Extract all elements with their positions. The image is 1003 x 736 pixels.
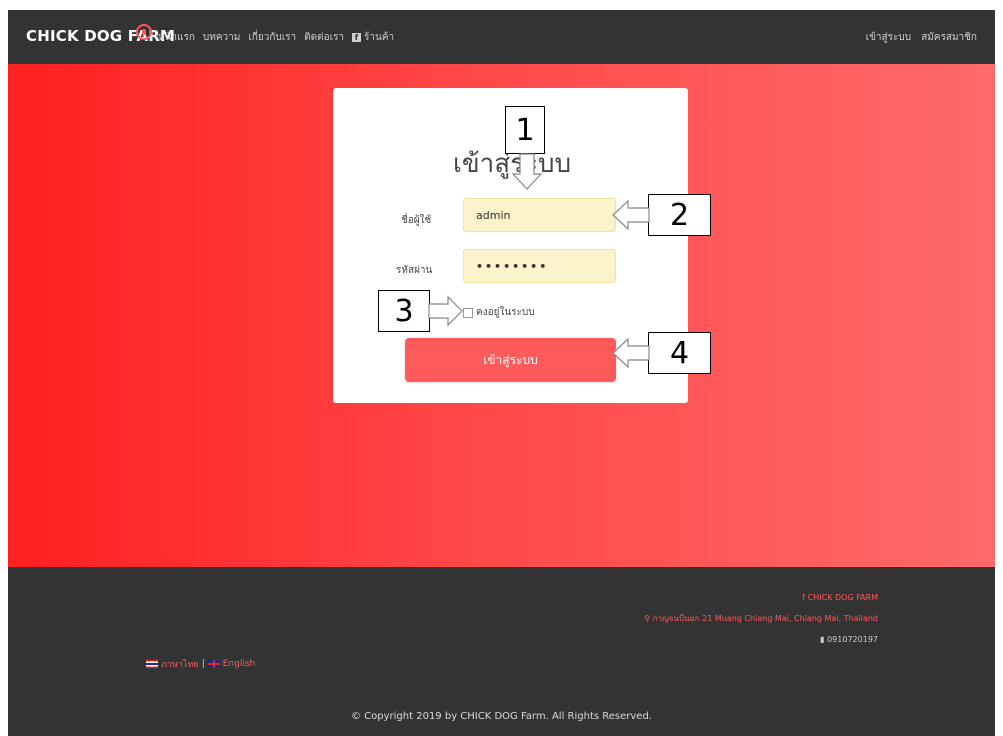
callout-2: 2 (648, 194, 711, 236)
footer-facebook[interactable]: f CHICK DOG FARM (568, 587, 878, 608)
username-input[interactable]: admin (463, 198, 616, 232)
facebook-icon: f (352, 33, 362, 42)
uk-flag-icon (207, 660, 220, 668)
nav-right-links: เข้าสู่ระบบ สมัครสมาชิก (866, 30, 977, 45)
footer-address: ⚲ กาญจนบีนมก 21 Muang Chiang Mai, Chiang… (568, 608, 878, 629)
footer-facebook-label: CHICK DOG FARM (807, 593, 878, 602)
copyright-text: © Copyright 2019 by CHICK DOG Farm. All … (351, 711, 652, 722)
hero-background: เข้าสู่ระบบ ชื่อผู้ใช้ admin รหัสผ่าน ••… (8, 64, 995, 567)
nav-links: หน้าแรก บทความ เกี่ยวกับเรา ติดต่อเรา f … (158, 30, 394, 45)
nav-contact[interactable]: ติดต่อเรา (304, 30, 344, 45)
remember-label: คงอยู่ในระบบ (476, 307, 535, 318)
language-switcher: ภาษาไทย | English (146, 657, 255, 671)
password-input[interactable]: •••••••• (463, 249, 616, 283)
nav-shop-label: ร้านค้า (364, 32, 395, 43)
nav-articles[interactable]: บทความ (203, 30, 240, 45)
callout-4-arrow-icon (612, 337, 650, 369)
lang-thai[interactable]: ภาษาไทย (161, 657, 199, 671)
remember-checkbox[interactable] (463, 307, 473, 318)
callout-2-arrow-icon (612, 199, 650, 231)
callout-4: 4 (648, 332, 711, 374)
footer: f CHICK DOG FARM ⚲ กาญจนบีนมก 21 Muang C… (8, 567, 995, 736)
nav-login[interactable]: เข้าสู่ระบบ (866, 30, 911, 45)
nav-shop[interactable]: f ร้านค้า (352, 30, 394, 45)
password-label: รหัสผ่าน (396, 265, 433, 276)
top-navbar: CHICK DOG FARM หน้าแรก บทความ เกี่ยวกับเ… (8, 10, 995, 64)
brand-name[interactable]: CHICK DOG FARM (26, 27, 175, 45)
lang-english[interactable]: English (223, 659, 256, 669)
nav-about[interactable]: เกี่ยวกับเรา (248, 30, 296, 45)
footer-phone: ▮ 0910720197 (568, 629, 878, 650)
remember-me[interactable]: คงอยู่ในระบบ (463, 305, 535, 320)
nav-home[interactable]: หน้าแรก (158, 30, 195, 45)
callout-1-arrow-icon (511, 153, 543, 190)
nav-register[interactable]: สมัครสมาชิก (921, 30, 977, 45)
username-label: ชื่อผู้ใช้ (401, 215, 432, 226)
callout-3: 3 (378, 290, 430, 332)
brand-logo-icon (136, 24, 152, 40)
thai-flag-icon (146, 660, 158, 668)
footer-contact: f CHICK DOG FARM ⚲ กาญจนบีนมก 21 Muang C… (568, 587, 878, 650)
footer-phone-text: 0910720197 (827, 635, 878, 644)
map-pin-icon: ⚲ (644, 614, 653, 623)
footer-address-text: กาญจนบีนมก 21 Muang Chiang Mai, Chiang M… (652, 614, 878, 623)
callout-3-arrow-icon (428, 295, 463, 327)
lang-separator: | (201, 659, 205, 669)
login-button[interactable]: เข้าสู่ระบบ (405, 338, 616, 382)
page-frame: CHICK DOG FARM หน้าแรก บทความ เกี่ยวกับเ… (8, 10, 995, 736)
callout-1: 1 (505, 106, 545, 154)
